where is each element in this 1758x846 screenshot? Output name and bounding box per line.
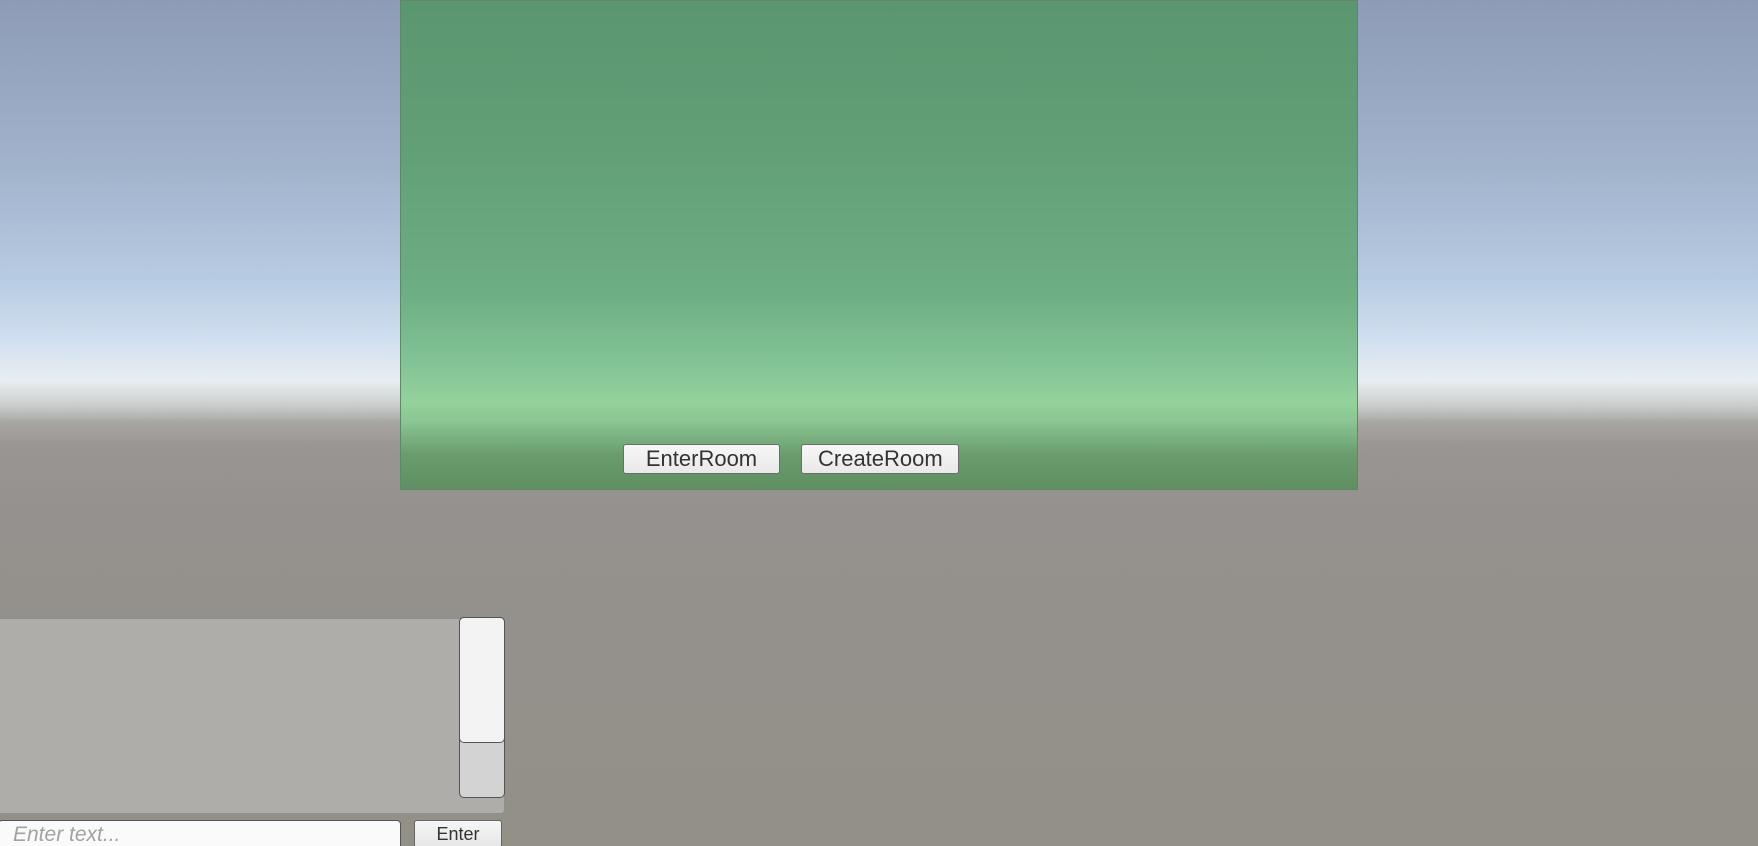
chat-input[interactable] (0, 820, 401, 846)
enter-room-button[interactable]: EnterRoom (623, 444, 780, 474)
chat-scrollbar-thumb[interactable] (459, 617, 505, 743)
room-panel (400, 0, 1358, 490)
chat-enter-button[interactable]: Enter (414, 820, 502, 846)
create-room-button[interactable]: CreateRoom (801, 444, 959, 474)
chat-log-area (0, 618, 505, 814)
